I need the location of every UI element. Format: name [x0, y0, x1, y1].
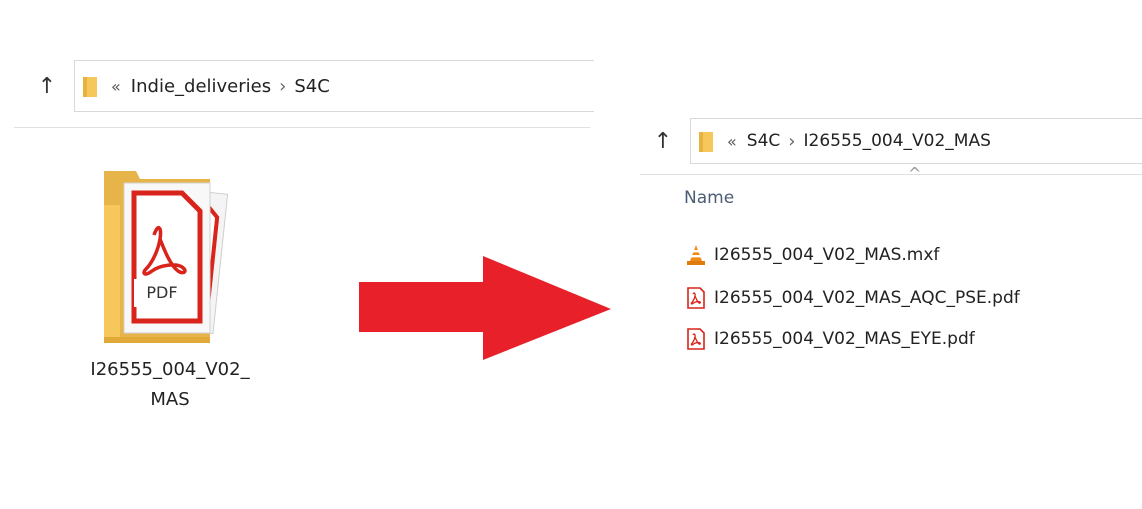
folder-icon — [699, 132, 713, 152]
chevron-right-icon[interactable]: › — [788, 131, 795, 152]
right-address-bar[interactable]: « S4C › I26555_004_V02_MAS — [690, 118, 1142, 164]
folder-name-line1: I26555_004_V02_ — [90, 359, 250, 380]
file-row[interactable]: I26555_004_V02_MAS.mxf — [686, 242, 939, 268]
pdf-icon — [687, 287, 705, 309]
pdf-preview-label: PDF — [146, 283, 178, 302]
breadcrumb-indie-deliveries[interactable]: Indie_deliveries — [131, 76, 271, 97]
right-explorer-window: ↑ « S4C › I26555_004_V02_MAS ^ Name I265… — [640, 100, 1142, 400]
folder-name-label[interactable]: I26555_004_V02_ MAS — [60, 355, 280, 415]
name-column-header[interactable]: Name — [684, 188, 734, 208]
sort-ascending-icon[interactable]: ^ — [908, 164, 921, 183]
up-arrow-icon[interactable]: ↑ — [36, 74, 58, 99]
vlc-cone-icon — [687, 245, 705, 265]
file-name: I26555_004_V02_MAS_EYE.pdf — [714, 329, 975, 349]
left-address-bar[interactable]: « Indie_deliveries › S4C — [74, 60, 594, 112]
breadcrumb-s4c[interactable]: S4C — [747, 131, 780, 151]
up-arrow-icon[interactable]: ↑ — [652, 129, 674, 154]
overflow-icon[interactable]: « — [111, 77, 121, 96]
chevron-right-icon[interactable]: › — [279, 76, 286, 97]
right-arrow-icon — [359, 256, 611, 360]
file-row[interactable]: I26555_004_V02_MAS_EYE.pdf — [686, 326, 975, 352]
overflow-icon[interactable]: « — [727, 132, 737, 151]
breadcrumb-folder[interactable]: I26555_004_V02_MAS — [803, 131, 990, 151]
file-row[interactable]: I26555_004_V02_MAS_AQC_PSE.pdf — [686, 285, 1020, 311]
divider — [640, 174, 1142, 175]
right-nav-bar: ↑ — [652, 126, 674, 156]
file-name: I26555_004_V02_MAS_AQC_PSE.pdf — [714, 288, 1020, 308]
breadcrumb-s4c[interactable]: S4C — [294, 76, 329, 97]
file-name: I26555_004_V02_MAS.mxf — [714, 245, 940, 265]
folder-name-line2: MAS — [150, 389, 190, 410]
folder-with-pdf-icon[interactable] — [100, 165, 240, 345]
left-nav-bar: ↑ — [36, 70, 58, 102]
folder-icon — [83, 77, 97, 97]
divider — [14, 127, 590, 128]
pdf-icon — [687, 328, 705, 350]
